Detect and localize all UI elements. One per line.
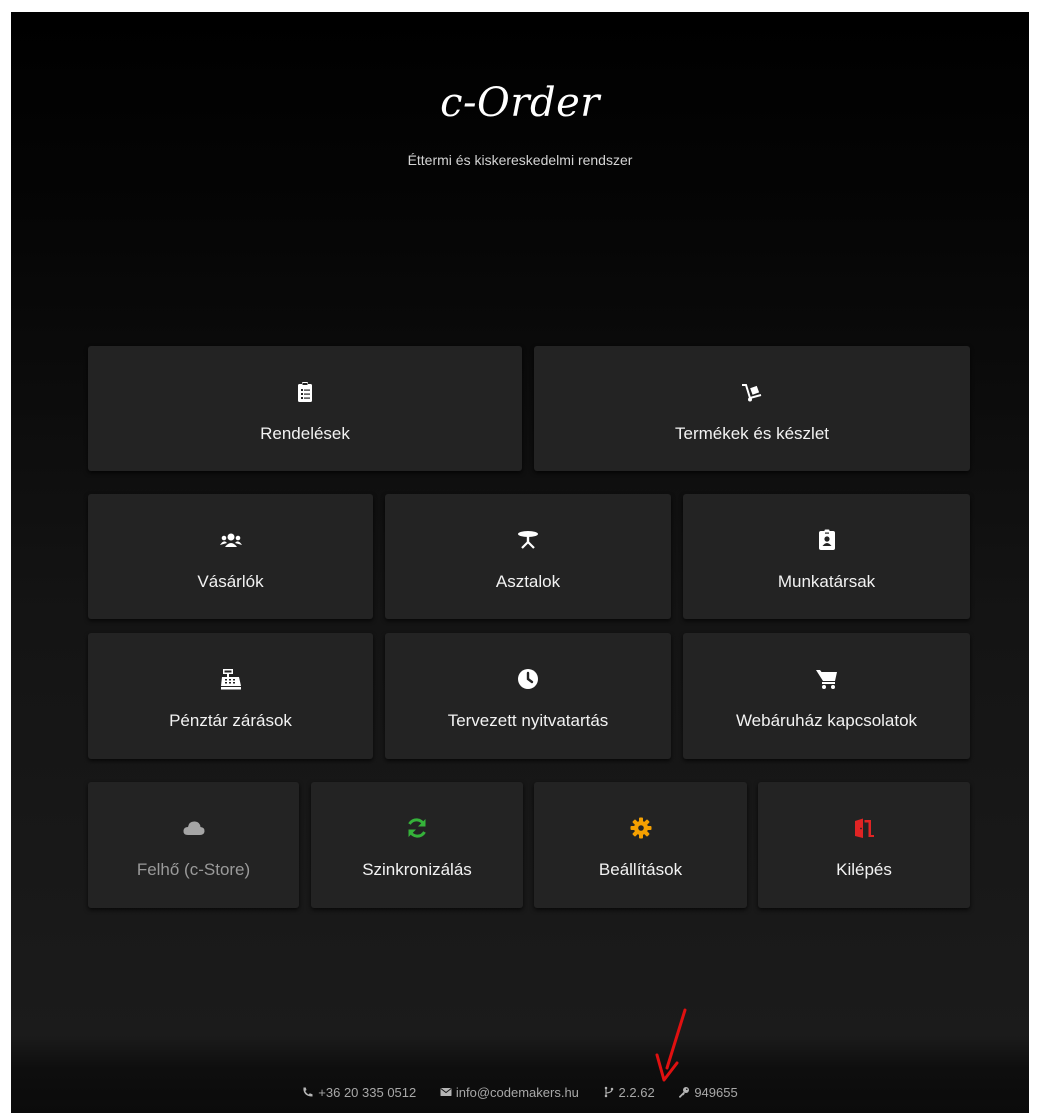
menu-tile-planned-opening-hours[interactable]: Tervezett nyitvatartás xyxy=(385,633,671,759)
menu-tile-label: Termékek és készlet xyxy=(675,424,829,443)
app-tagline: Éttermi és kiskereskedelmi rendszer xyxy=(407,152,633,168)
menu-tile-tables[interactable]: Asztalok xyxy=(385,494,671,619)
cash-register-icon xyxy=(219,667,243,691)
exit-door-icon xyxy=(852,816,876,840)
footer-email: info@codemakers.hu xyxy=(440,1085,579,1100)
menu-tile-label: Szinkronizálás xyxy=(362,860,472,879)
menu-tile-orders[interactable]: Rendelések xyxy=(88,346,522,471)
clipboard-list-icon xyxy=(293,380,317,404)
clock-icon xyxy=(516,667,540,691)
footer-info-bar: +36 20 335 0512 info@codemakers.hu 2.2.6… xyxy=(11,1085,1029,1100)
menu-tile-employees[interactable]: Munkatársak xyxy=(683,494,970,619)
menu-tile-customers[interactable]: Vásárlók xyxy=(88,494,373,619)
sync-icon xyxy=(405,816,429,840)
code-branch-icon xyxy=(604,1086,613,1098)
menu-tile-label: Rendelések xyxy=(260,424,350,443)
footer-phone: +36 20 335 0512 xyxy=(302,1085,416,1100)
users-icon xyxy=(219,528,243,552)
menu-tile-label: Munkatársak xyxy=(777,572,876,591)
app-logo: c-Order xyxy=(440,80,600,126)
envelope-icon xyxy=(440,1088,452,1096)
menu-tile-label: Asztalok xyxy=(495,572,561,591)
dolly-icon xyxy=(740,380,764,404)
gear-icon xyxy=(629,816,653,840)
cloud-icon xyxy=(182,816,206,840)
menu-tile-register-closings[interactable]: Pénztár zárások xyxy=(88,633,373,759)
menu-tile-label: Vásárlók xyxy=(197,572,264,591)
menu-tile-logout[interactable]: Kilépés xyxy=(758,782,970,908)
menu-tile-label: Webáruház kapcsolatok xyxy=(735,711,918,730)
menu-tile-label: Felhő (c-Store) xyxy=(136,860,251,879)
menu-tile-cloud-cstore[interactable]: Felhő (c-Store) xyxy=(88,782,299,908)
menu-tile-label: Beállítások xyxy=(598,860,683,879)
menu-tile-settings[interactable]: Beállítások xyxy=(534,782,747,908)
app-window: c-Order Éttermi és kiskereskedelmi rends… xyxy=(11,12,1029,1113)
id-badge-icon xyxy=(815,528,839,552)
menu-tile-label: Pénztár zárások xyxy=(169,711,292,730)
annotation-arrow-icon xyxy=(655,1008,687,1082)
phone-icon xyxy=(303,1087,313,1097)
menu-tile-label: Kilépés xyxy=(836,860,892,879)
cart-icon xyxy=(815,667,839,691)
menu-tile-label: Tervezett nyitvatartás xyxy=(447,711,609,730)
menu-tile-sync[interactable]: Szinkronizálás xyxy=(311,782,523,908)
menu-tile-webshop-connections[interactable]: Webáruház kapcsolatok xyxy=(683,633,970,759)
table-icon xyxy=(516,528,540,552)
footer-version: 2.2.62 xyxy=(603,1085,655,1100)
menu-tile-products-stock[interactable]: Termékek és készlet xyxy=(534,346,970,471)
